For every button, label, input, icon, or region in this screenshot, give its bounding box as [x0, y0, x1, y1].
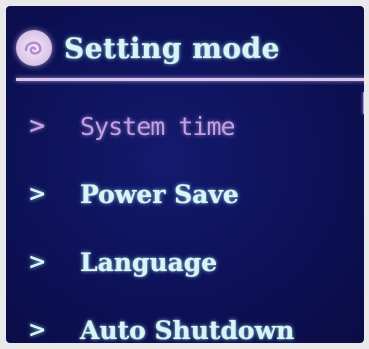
- menu-item-power-save[interactable]: > Power Save: [6, 164, 356, 224]
- menu-item-label: System time: [80, 111, 236, 141]
- scrollbar[interactable]: [363, 92, 364, 114]
- page-title: Setting mode: [64, 31, 280, 65]
- screen-header: Setting mode: [16, 22, 280, 74]
- menu-item-label: Language: [80, 247, 218, 277]
- menu-item-language[interactable]: > Language: [6, 232, 356, 292]
- chevron-right-icon: >: [28, 181, 47, 207]
- chevron-right-icon: >: [28, 249, 47, 275]
- lcd-screen: Setting mode > System time > Power Save …: [6, 6, 364, 343]
- menu-item-system-time[interactable]: > System time: [6, 96, 356, 156]
- chevron-right-icon: >: [28, 317, 47, 343]
- header-divider: [16, 78, 364, 81]
- chevron-right-icon: >: [28, 113, 47, 139]
- swirl-logo-icon: [16, 30, 52, 66]
- device-bezel: Setting mode > System time > Power Save …: [0, 0, 369, 349]
- menu-item-label: Power Save: [80, 179, 239, 209]
- menu-item-label: Auto Shutdown: [80, 315, 295, 344]
- menu-item-auto-shutdown[interactable]: > Auto Shutdown: [6, 300, 356, 344]
